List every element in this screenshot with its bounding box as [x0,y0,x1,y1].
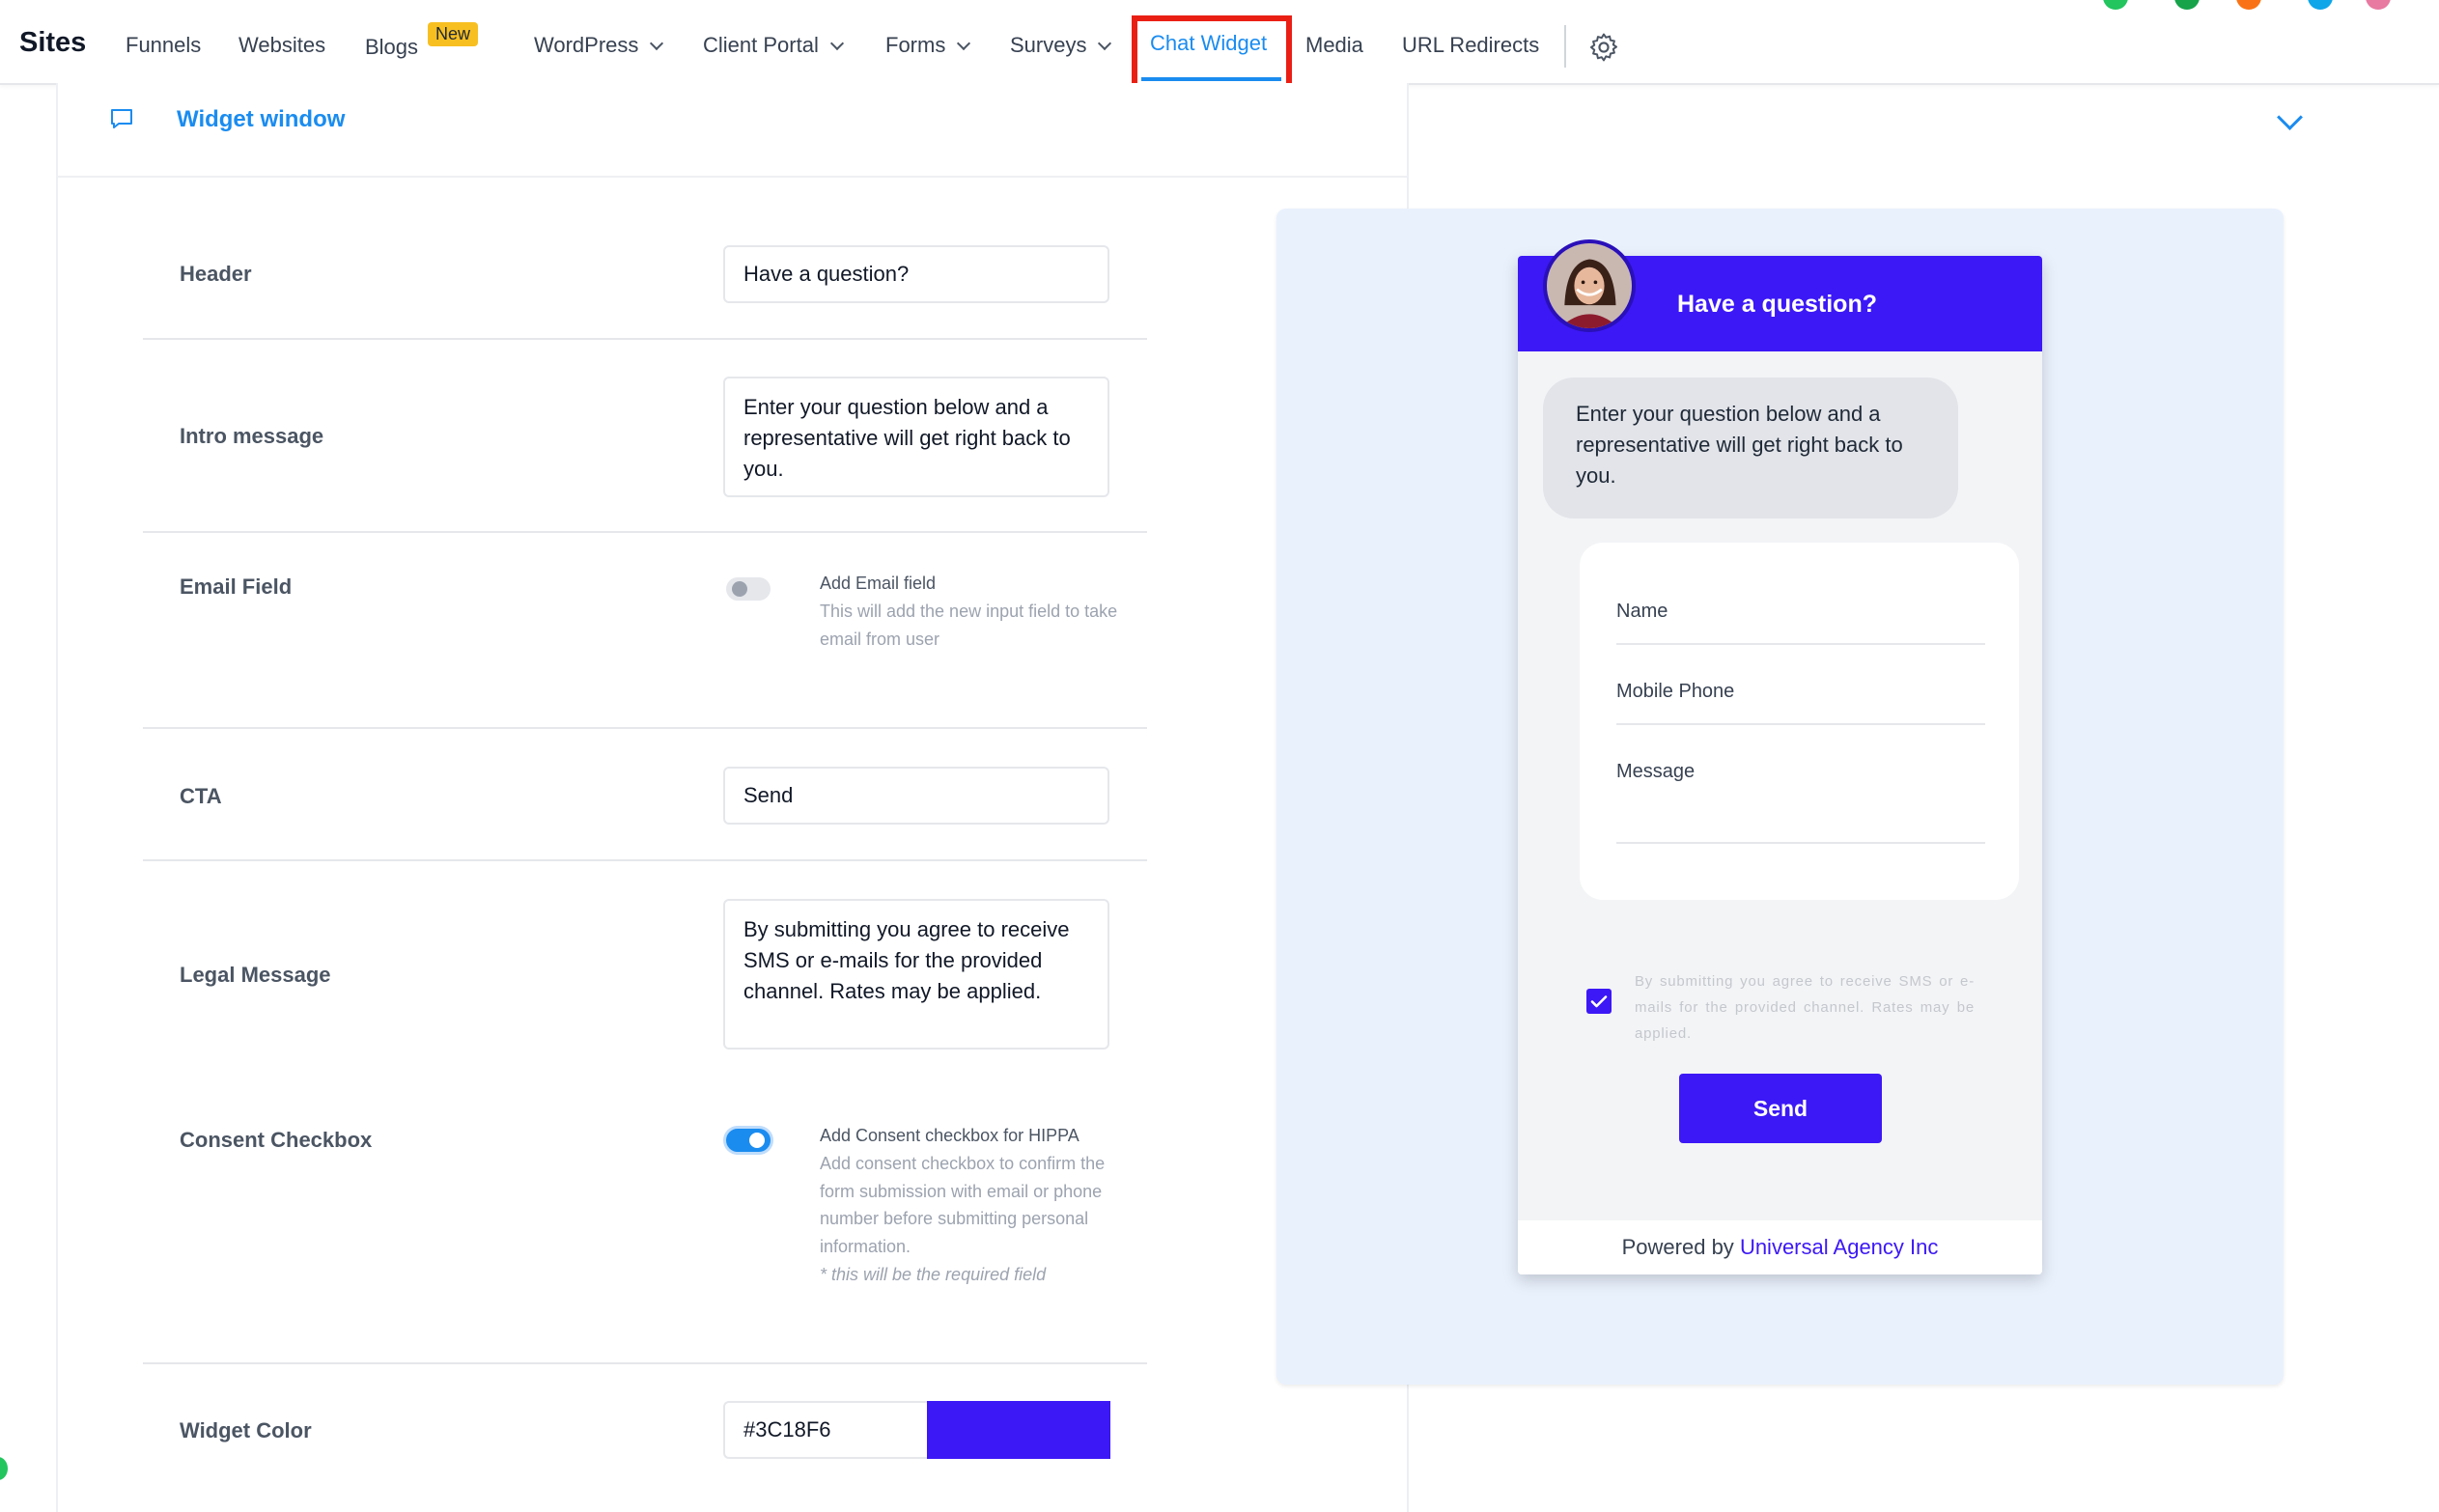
widget-form: Name Mobile Phone Message [1580,543,2019,900]
avatar [1543,239,1636,332]
chat-bubble-icon [111,109,132,128]
divider [143,727,1147,729]
powered-by-label: Powered by [1621,1235,1734,1259]
tab-client-portal[interactable]: Client Portal [703,33,844,58]
consent-toggle-note: * this will be the required field [820,1265,1047,1284]
tab-client-portal-label: Client Portal [703,33,819,57]
tab-url-redirects[interactable]: URL Redirects [1402,33,1539,58]
divider [1616,723,1985,725]
toggle-knob [732,581,747,597]
status-dot [0,1457,8,1480]
email-toggle-description: This will add the new input field to tak… [820,602,1118,649]
page-title: Sites [19,27,87,58]
tab-surveys[interactable]: Surveys [1010,33,1112,58]
legal-message-label: Legal Message [180,963,331,987]
legal-message-textarea[interactable]: By submitting you agree to receive SMS o… [723,899,1109,1050]
divider [143,338,1147,340]
tab-blogs[interactable]: Blogs [365,35,418,60]
consent-checkbox-label: Consent Checkbox [180,1128,373,1152]
email-field-toggle[interactable] [726,577,771,601]
header-input[interactable]: Have a question? [723,245,1109,303]
gear-icon[interactable] [1587,31,1620,64]
chevron-down-icon[interactable] [2277,104,2303,130]
name-field[interactable]: Name [1616,601,1668,623]
consent-toggle-description: Add consent checkbox to confirm the form… [820,1154,1106,1256]
divider [143,859,1147,861]
divider [1616,842,1985,844]
tab-media[interactable]: Media [1305,33,1363,58]
chat-widget-preview: Have a question? Enter your question bel… [1518,256,2042,1274]
cta-label: CTA [180,784,222,808]
intro-bubble: Enter your question below and a represen… [1543,378,1958,518]
new-badge: New [428,22,479,46]
cta-input[interactable]: Send [723,767,1109,825]
status-dot [2174,0,2200,10]
widget-footer: Powered by Universal Agency Inc [1518,1220,2042,1274]
consent-checkbox[interactable] [1586,989,1612,1014]
tab-websites[interactable]: Websites [238,33,325,58]
consent-toggle-title: Add Consent checkbox for HIPPA [820,1126,1079,1145]
status-dot [2366,0,2391,10]
chevron-down-icon [650,36,664,51]
chevron-down-icon [829,36,844,51]
divider [143,531,1147,533]
section-title: Widget window [177,106,346,132]
divider [56,176,1407,178]
divider [1616,643,1985,645]
header-label: Header [180,262,252,286]
checkmark-icon [1590,995,1608,1008]
tab-wordpress[interactable]: WordPress [534,33,664,58]
widget-color-swatch[interactable] [927,1401,1110,1459]
divider [143,1362,1147,1364]
tab-forms-label: Forms [885,33,946,57]
status-dot [2236,0,2261,10]
agent-avatar-image [1547,243,1632,328]
status-dot [2103,0,2128,10]
intro-message-label: Intro message [180,424,324,448]
tab-funnels[interactable]: Funnels [126,33,201,58]
tab-forms[interactable]: Forms [885,33,971,58]
widget-color-label: Widget Color [180,1418,312,1442]
widget-header-title: Have a question? [1677,291,1877,318]
chevron-down-icon [1098,36,1112,51]
send-button[interactable]: Send [1679,1074,1882,1143]
toggle-knob [749,1133,765,1148]
tab-surveys-label: Surveys [1010,33,1087,57]
widget-color-input[interactable]: #3C18F6 [723,1401,928,1459]
tab-wordpress-label: WordPress [534,33,639,57]
nav-divider [1564,25,1566,68]
chevron-down-icon [957,36,971,51]
email-toggle-title: Add Email field [820,574,937,593]
powered-by-brand-link[interactable]: Universal Agency Inc [1740,1235,1938,1259]
legal-text: By submitting you agree to receive SMS o… [1635,973,1975,1042]
intro-message-textarea[interactable]: Enter your question below and a represen… [723,377,1109,497]
email-field-label: Email Field [180,574,293,599]
status-dot [2308,0,2333,10]
consent-checkbox-toggle[interactable] [726,1129,771,1152]
message-field[interactable]: Message [1616,761,1695,783]
mobile-phone-field[interactable]: Mobile Phone [1616,681,1734,703]
